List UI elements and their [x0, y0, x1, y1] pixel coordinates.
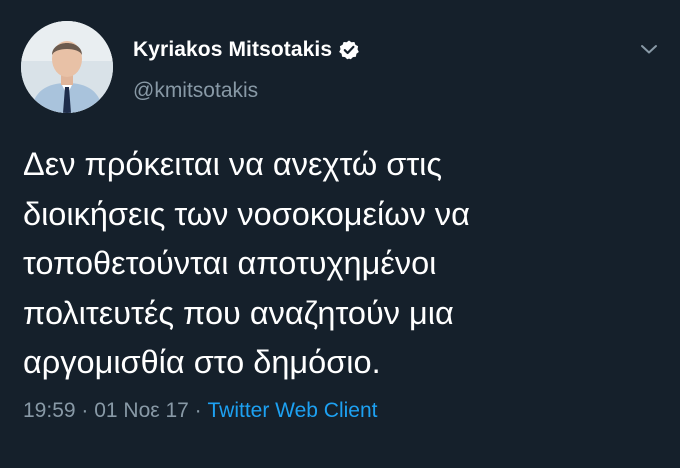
- chevron-down-icon: [641, 45, 657, 54]
- display-name[interactable]: Kyriakos Mitsotakis: [133, 38, 332, 62]
- author-row: Kyriakos Mitsotakis: [133, 35, 360, 65]
- tweet-time[interactable]: 19:59: [23, 399, 76, 423]
- source-link[interactable]: Twitter Web Client: [208, 399, 378, 423]
- verified-badge-icon: [338, 39, 360, 61]
- profile-photo-icon: [21, 21, 113, 113]
- avatar[interactable]: [21, 21, 113, 113]
- handle[interactable]: @kmitsotakis: [133, 79, 258, 103]
- tweet-card: Kyriakos Mitsotakis @kmitsotakis Δεν πρό…: [0, 0, 680, 468]
- meta-separator: ·: [188, 399, 208, 422]
- more-options-button[interactable]: [637, 37, 661, 61]
- tweet-meta: 19:59 · 01 Νοε 17 · Twitter Web Client: [23, 399, 378, 423]
- meta-separator: ·: [75, 399, 95, 422]
- tweet-text: Δεν πρόκειται να ανεχτώ στις διοικήσεις …: [23, 146, 470, 380]
- tweet-date[interactable]: 01 Νοε 17: [94, 399, 189, 423]
